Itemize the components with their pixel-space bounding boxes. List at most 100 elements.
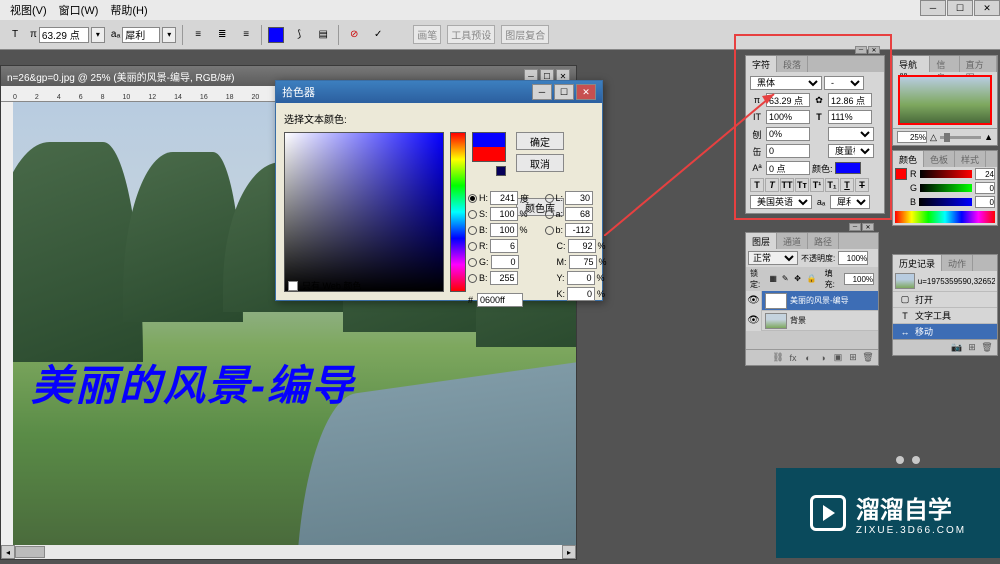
radio-s[interactable] [468,210,477,219]
g-slider[interactable] [920,184,972,192]
italic-button[interactable]: T [765,178,779,192]
hue-slider[interactable] [450,132,466,292]
zoom-slider[interactable] [940,136,981,139]
radio-br[interactable] [468,226,477,235]
picker-close-icon[interactable]: ✕ [576,84,596,100]
radio-g[interactable] [468,258,477,267]
blend-mode-select[interactable]: 正常 [748,251,798,265]
l-input[interactable] [565,191,593,205]
visibility-toggle-icon[interactable]: 👁 [746,291,762,311]
delete-state-icon[interactable]: 🗑 [981,342,993,354]
char-panel-toggle-icon[interactable]: ▤ [314,26,332,44]
radio-l[interactable] [545,194,554,203]
layer-row[interactable]: 👁 背景 [746,311,878,331]
a-input[interactable] [565,207,593,221]
lock-paint-icon[interactable]: ✎ [782,274,790,284]
link-layers-icon[interactable]: ⛓ [772,352,784,364]
new-snapshot-icon[interactable]: 📷 [951,342,963,354]
scroll-right-icon[interactable]: ▸ [562,545,576,559]
saturation-value-field[interactable] [284,132,444,292]
allcaps-button[interactable]: TT [780,178,794,192]
char-size-input[interactable] [766,93,810,107]
menu-window[interactable]: 窗口(W) [53,0,105,20]
underline-button[interactable]: T [840,178,854,192]
lock-transparency-icon[interactable]: ▦ [769,274,777,284]
commit-icon[interactable]: ✓ [369,26,387,44]
tab-histogram[interactable]: 直方图 [960,56,997,72]
history-item[interactable]: ▢打开 [893,291,997,307]
layer-name[interactable]: 背景 [790,315,878,326]
warning-swatch[interactable] [496,166,506,176]
b-slider[interactable] [919,198,972,206]
baseline-input[interactable] [766,144,810,158]
cancel-icon[interactable]: ⊘ [345,26,363,44]
ok-button[interactable]: 确定 [516,132,564,150]
y-input[interactable] [567,271,595,285]
fill-input[interactable] [844,273,874,285]
r-slider[interactable] [920,170,973,178]
layer-mask-icon[interactable]: ◐ [802,352,814,364]
pager-dot[interactable] [896,456,904,464]
font-family-select[interactable]: 黑体 [750,76,822,90]
picker-titlebar[interactable]: 拾色器 ─ ☐ ✕ [276,81,602,103]
app-maximize-button[interactable]: ☐ [947,0,973,16]
picker-maximize-icon[interactable]: ☐ [554,84,574,100]
panel-collapse-icon[interactable]: ─ [855,46,867,54]
layer-name[interactable]: 美丽的风景-编导 [790,295,878,306]
web-only-checkbox[interactable] [288,281,298,291]
tab-color[interactable]: 颜色 [893,151,924,167]
hex-input[interactable] [477,293,523,307]
font-style-select[interactable]: - [824,76,864,90]
horizontal-scrollbar[interactable]: ◂ ▸ [1,545,576,559]
k-input[interactable] [567,287,595,301]
pager-dot[interactable] [912,456,920,464]
menu-view[interactable]: 视图(V) [4,0,53,20]
strike-button[interactable]: T [855,178,869,192]
radio-h[interactable] [468,194,477,203]
char-aa-select[interactable]: 犀利 [830,195,870,209]
navigator-thumbnail[interactable] [898,75,992,125]
superscript-button[interactable]: T¹ [810,178,824,192]
text-layer-overlay[interactable]: 美丽的风景-编导 [31,352,355,413]
panel-collapse-icon[interactable]: ─ [849,223,861,231]
color-ramp[interactable] [895,211,995,223]
zoom-input[interactable] [897,131,927,143]
font-size-dropdown-icon[interactable]: ▾ [91,27,105,43]
brightness-input[interactable] [490,223,518,237]
tracking-select[interactable] [828,127,874,141]
visibility-toggle-icon[interactable]: 👁 [746,311,762,331]
adjustment-layer-icon[interactable]: ◑ [817,352,829,364]
kern-input[interactable] [766,127,810,141]
cancel-button[interactable]: 取消 [516,154,564,172]
tool-preset-icon[interactable]: T [6,26,24,44]
history-item[interactable]: T文字工具 [893,307,997,323]
shift-input[interactable] [766,161,810,175]
antialias-dropdown-icon[interactable]: ▾ [162,27,176,43]
align-left-icon[interactable]: ≡ [189,26,207,44]
c-input[interactable] [568,239,596,253]
layer-style-icon[interactable]: fx [787,352,799,364]
zoom-out-icon[interactable]: △ [930,132,937,143]
s-input[interactable] [490,207,518,221]
tab-actions[interactable]: 动作 [942,255,973,271]
vscale-input[interactable] [766,110,810,124]
b-input[interactable] [490,271,518,285]
font-size-field[interactable]: π ▾ [30,27,105,43]
r-value-input[interactable] [975,168,995,180]
history-item[interactable]: ↔移动 [893,323,997,339]
subscript-button[interactable]: T₁ [825,178,839,192]
r-input[interactable] [490,239,518,253]
m-input[interactable] [569,255,597,269]
tab-paths[interactable]: 路径 [808,233,839,249]
tab-paragraph[interactable]: 段落 [777,56,808,72]
tab-channels[interactable]: 通道 [777,233,808,249]
menu-help[interactable]: 帮助(H) [104,0,153,20]
tab-styles[interactable]: 样式 [955,151,986,167]
radio-a[interactable] [545,210,554,219]
web-only-row[interactable]: 只有 Web 颜色 [288,279,361,292]
scroll-left-icon[interactable]: ◂ [1,545,15,559]
align-center-icon[interactable]: ≣ [213,26,231,44]
new-document-icon[interactable]: ⊞ [966,342,978,354]
new-group-icon[interactable]: ▣ [832,352,844,364]
h-input[interactable] [490,191,518,205]
